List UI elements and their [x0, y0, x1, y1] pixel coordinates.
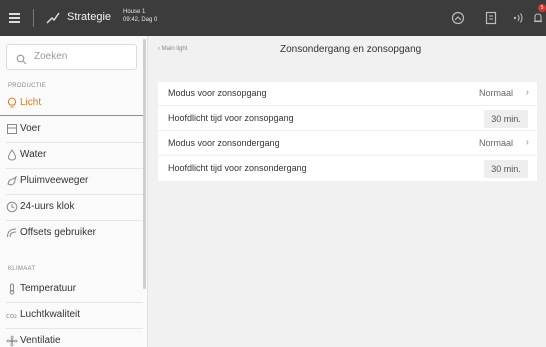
sidebar-item-ventilatie[interactable]: Ventilatie — [0, 329, 143, 347]
notification-badge: 5 — [538, 4, 546, 12]
search-icon — [16, 52, 27, 65]
offsets-icon — [6, 227, 18, 239]
sidebar-item-luchtkwaliteit[interactable]: co₂ Luchtkwaliteit — [0, 303, 143, 328]
dashboard-icon[interactable] — [451, 11, 465, 25]
sidebar-item-label: Licht — [20, 97, 42, 108]
sidebar-item-label: Pluimveeweger — [20, 175, 89, 186]
sidebar-item-label: Water — [20, 149, 47, 160]
co2-icon: co₂ — [6, 309, 18, 321]
thermometer-icon — [6, 283, 18, 295]
sidebar-item-temperatuur[interactable]: Temperatuur — [0, 277, 143, 302]
sunrise-time-input[interactable]: 30 min. — [484, 110, 528, 128]
search-placeholder: Zoeken — [34, 51, 68, 62]
sunset-time-input[interactable]: 30 min. — [484, 160, 528, 178]
house-info[interactable]: House 1 09:42, Dag 0 — [123, 8, 157, 24]
sidebar-item-label: Luchtkwaliteit — [20, 309, 81, 320]
setting-row-sunrise-time: Hoofdlicht tijd voor zonsopgang 30 min. — [158, 107, 537, 131]
house-name: House 1 — [123, 9, 146, 15]
bird-weigher-icon — [6, 175, 18, 187]
fan-icon — [6, 335, 18, 347]
chevron-right-icon: › — [525, 137, 529, 148]
time-day: 09:42, Dag 0 — [123, 17, 158, 23]
setting-row-sunset-time: Hoofdlicht tijd voor zonsondergang 30 mi… — [158, 157, 537, 181]
breadcrumb[interactable]: ‹ Main light — [158, 46, 187, 52]
settings-panel: Modus voor zonsopgang Normaal › Hoofdlic… — [158, 82, 537, 181]
setting-value: Normaal — [478, 88, 513, 98]
search-input[interactable]: Zoeken — [6, 44, 137, 70]
setting-label: Hoofdlicht tijd voor zonsopgang — [168, 113, 294, 123]
hamburger-menu-icon[interactable] — [6, 9, 24, 27]
setting-label: Hoofdlicht tijd voor zonsondergang — [168, 163, 307, 173]
page-title: Zonsondergang en zonsopgang — [280, 44, 422, 55]
sidebar-item-label: Temperatuur — [20, 283, 77, 294]
svg-text:co₂: co₂ — [6, 312, 17, 320]
water-drop-icon — [6, 149, 18, 161]
strategy-graph-icon — [45, 10, 61, 26]
setting-row-sunrise-mode[interactable]: Modus voor zonsopgang Normaal › — [158, 82, 537, 106]
setting-label: Modus voor zonsopgang — [168, 88, 267, 98]
lightbulb-icon — [6, 97, 18, 109]
setting-label: Modus voor zonsondergang — [168, 138, 280, 148]
chevron-right-icon: › — [525, 87, 529, 98]
section-label-productie: PRODUCTIE — [8, 83, 47, 89]
sidebar-item-water[interactable]: Water — [0, 143, 143, 168]
sidebar-item-label: Voer — [20, 123, 41, 134]
clock-icon — [6, 201, 18, 213]
sidebar-item-licht[interactable]: Licht — [0, 91, 143, 116]
sidebar-scrollbar[interactable] — [143, 39, 146, 289]
signal-icon[interactable] — [511, 11, 525, 25]
sidebar-item-label: 24-uurs klok — [20, 201, 75, 212]
sidebar-item-voer[interactable]: Voer — [0, 117, 143, 142]
sidebar-item-label: Offsets gebruiker — [20, 227, 96, 238]
sidebar-item-pluimveeweger[interactable]: Pluimveeweger — [0, 169, 143, 194]
setting-value: Normaal — [478, 138, 513, 148]
feed-icon — [6, 123, 18, 135]
report-icon[interactable] — [484, 11, 498, 25]
sidebar-item-label: Ventilatie — [20, 335, 61, 346]
breadcrumb-label: Main light — [161, 46, 188, 52]
setting-row-sunset-mode[interactable]: Modus voor zonsondergang Normaal › — [158, 132, 537, 156]
sidebar: Zoeken PRODUCTIE Licht Voer Water Pluimv… — [0, 36, 148, 347]
bell-icon[interactable] — [531, 11, 545, 25]
strategy-button[interactable]: Strategie — [67, 11, 111, 23]
top-bar: Strategie House 1 09:42, Dag 0 5 — [0, 0, 546, 36]
topbar-divider — [33, 9, 34, 27]
sidebar-item-offsets-gebruiker[interactable]: Offsets gebruiker — [0, 221, 143, 246]
section-label-klimaat: KLIMAAT — [8, 266, 36, 272]
sidebar-item-24-uurs-klok[interactable]: 24-uurs klok — [0, 195, 143, 220]
